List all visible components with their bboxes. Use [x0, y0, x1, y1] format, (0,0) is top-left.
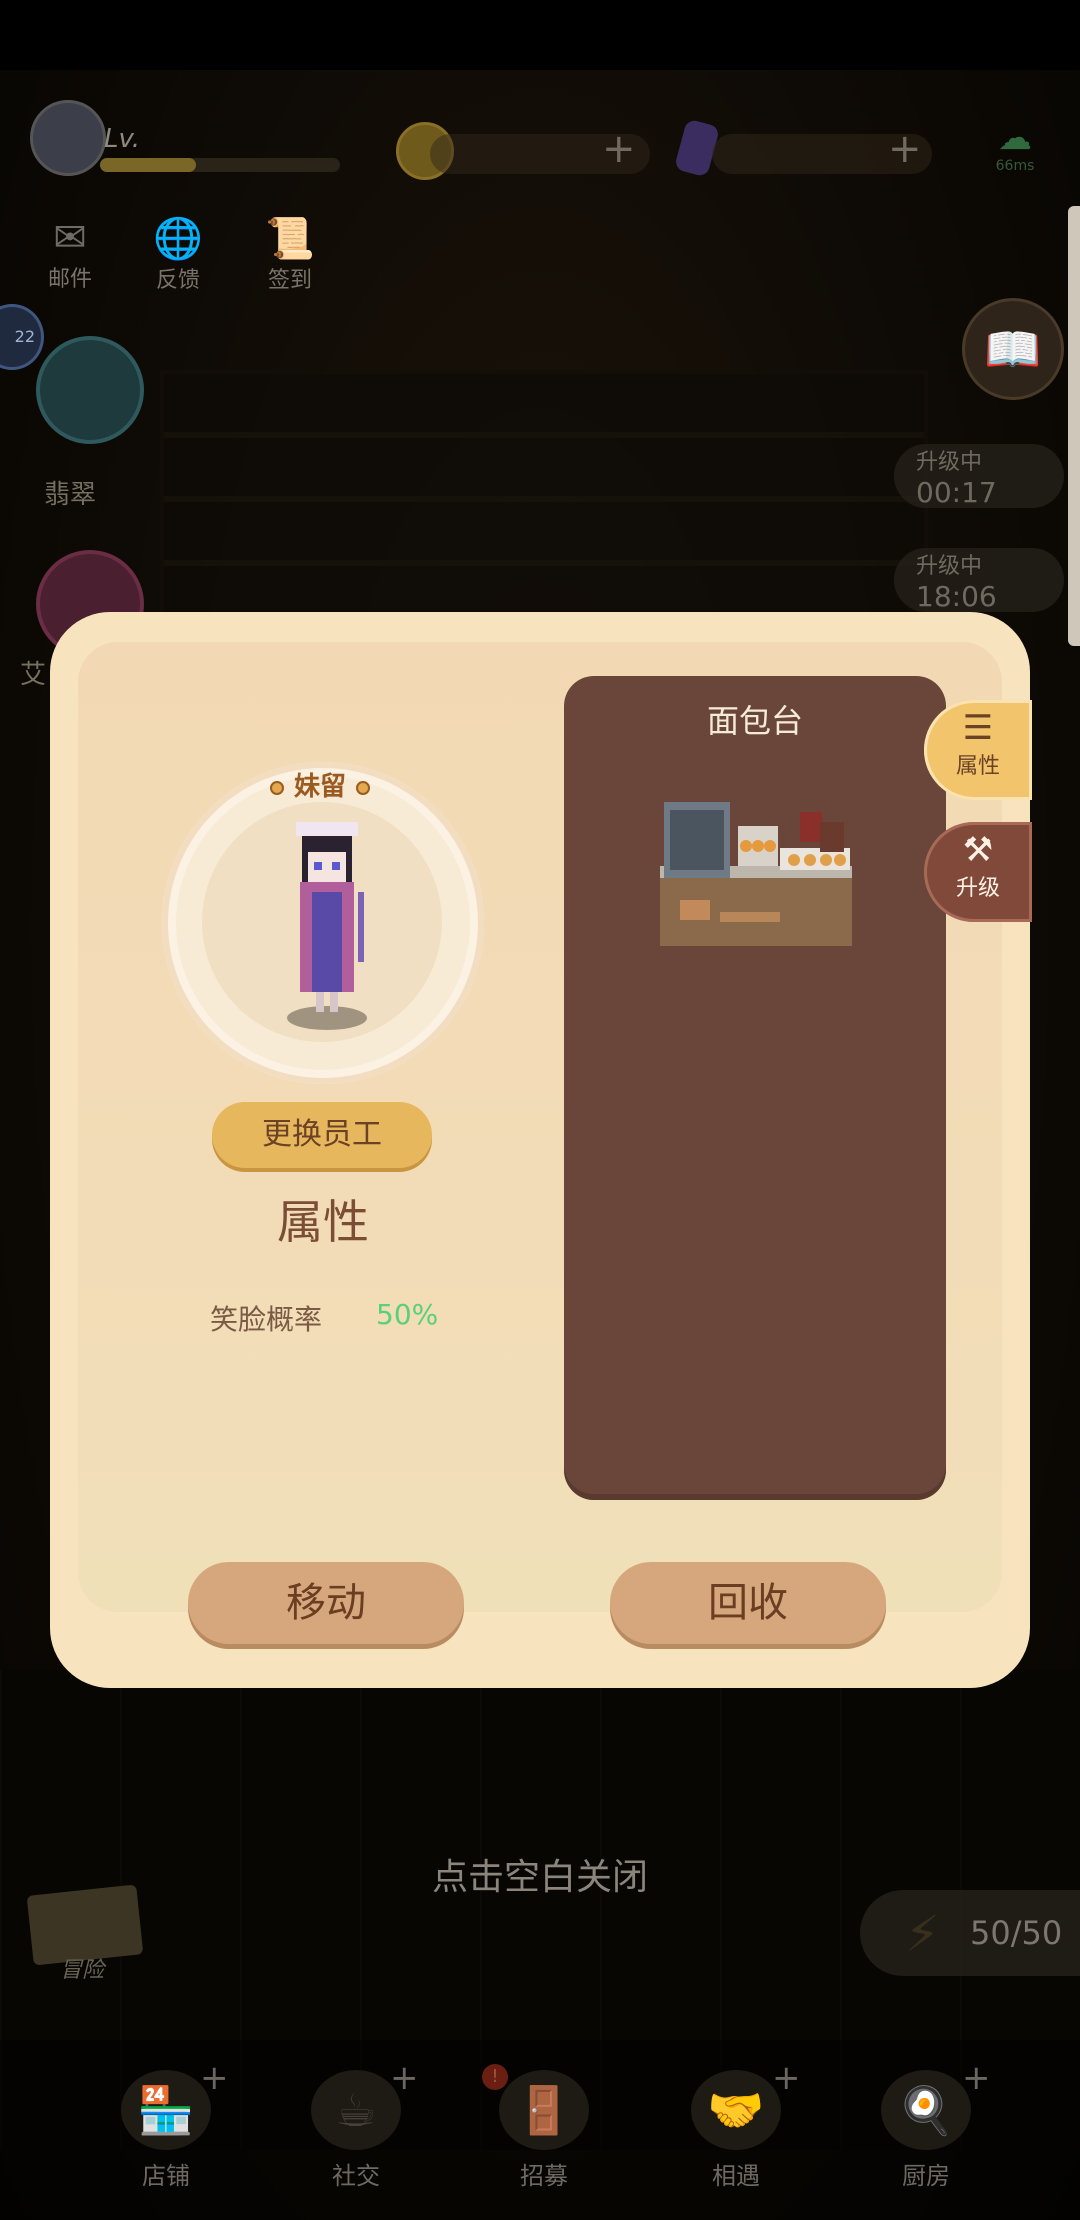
upgrade-timer-2[interactable]: 升级中 18:06 — [894, 548, 1064, 613]
network-status: ☁ 66ms — [980, 118, 1050, 174]
xp-bar — [100, 158, 340, 172]
employee-name-text: 妹留 — [293, 772, 346, 802]
feedback-icon: 🌐 — [153, 216, 203, 262]
nav-social-label: 社交 — [332, 2162, 380, 2190]
attributes-title: 属性 — [277, 1195, 369, 1249]
feedback-label: 反馈 — [155, 268, 200, 293]
nav-shop-label: 店铺 — [142, 2162, 190, 2190]
station-detail-modal: 妹留 更换员工 属性 笑脸概率 50% 面包台 ☰ 属性 ⚒ 升级 移动 回收 — [50, 612, 1032, 1688]
tab-attributes-label: 属性 — [955, 754, 1000, 779]
frying-pan-icon: 🍳 — [881, 2070, 971, 2150]
employee-sprite — [287, 822, 367, 1030]
event-label: 艾 — [20, 660, 47, 690]
emerald-label: 翡翠 — [44, 480, 97, 510]
nav-social-plus-icon: + — [390, 2058, 419, 2098]
wifi-icon: ☁ — [998, 118, 1032, 158]
signin-button[interactable]: 📜 签到 — [250, 215, 330, 294]
station-title: 面包台 — [706, 702, 803, 740]
upgrade-2-status: 升级中 — [916, 554, 983, 579]
shop-icon: 🏪 — [121, 2070, 211, 2150]
mail-icon: ✉ — [53, 215, 87, 261]
feedback-button[interactable]: 🌐 反馈 — [138, 215, 218, 294]
nav-kitchen-label: 厨房 — [902, 2162, 950, 2190]
nav-meet-plus-icon: + — [772, 2058, 801, 2098]
employee-portrait — [162, 762, 484, 1084]
recycle-button[interactable]: 回收 — [610, 1562, 886, 1644]
add-coin-button[interactable]: + — [602, 126, 636, 172]
move-button[interactable]: 移动 — [188, 1562, 464, 1644]
handshake-icon: 🤝 — [691, 2070, 781, 2150]
upgrade-1-time: 00:17 — [916, 476, 997, 509]
station-panel: 面包台 — [564, 676, 946, 1500]
ping-value: 66ms — [995, 158, 1035, 174]
player-avatar[interactable] — [30, 100, 106, 176]
employee-name: 妹留 — [200, 766, 440, 803]
bread-counter-image — [660, 802, 852, 946]
smile-rate-value: 50% — [376, 1298, 439, 1331]
upgrade-1-status: 升级中 — [916, 450, 983, 475]
side-scrollbar[interactable] — [1068, 206, 1080, 646]
book-icon[interactable]: 📖 — [962, 298, 1064, 400]
energy-counter[interactable]: 50/50 — [860, 1890, 1080, 1976]
adventure-label: 冒险 — [60, 1958, 105, 1983]
nav-kitchen-plus-icon: + — [962, 2058, 991, 2098]
smile-rate-label: 笑脸概率 — [210, 1303, 323, 1336]
upgrade-timer-1[interactable]: 升级中 00:17 — [894, 444, 1064, 509]
hammer-icon: ⚒ — [962, 830, 994, 870]
coffee-icon: ☕ — [311, 2070, 401, 2150]
emerald-rank-icon[interactable] — [36, 336, 144, 444]
change-employee-button[interactable]: 更换员工 — [212, 1102, 432, 1168]
recruit-door-icon: 🚪 — [499, 2070, 589, 2150]
nav-shop-plus-icon: + — [200, 2058, 229, 2098]
mail-button[interactable]: ✉ 邮件 — [30, 215, 110, 293]
tab-upgrade-label: 升级 — [955, 876, 1000, 901]
tab-upgrade[interactable]: ⚒ 升级 — [924, 822, 1032, 922]
mail-label: 邮件 — [47, 267, 92, 292]
nav-recruit-label: 招募 — [520, 2162, 568, 2190]
tab-attributes[interactable]: ☰ 属性 — [924, 700, 1032, 800]
nav-meet-label: 相遇 — [712, 2162, 760, 2190]
signin-label: 签到 — [267, 268, 312, 293]
signin-icon: 📜 — [265, 216, 315, 262]
list-icon: ☰ — [962, 708, 994, 748]
nav-recruit[interactable]: 🚪 招募 — [484, 2070, 604, 2191]
add-gem-button[interactable]: + — [888, 126, 922, 172]
level-label: Lv. — [104, 124, 141, 154]
upgrade-2-time: 18:06 — [916, 580, 997, 613]
